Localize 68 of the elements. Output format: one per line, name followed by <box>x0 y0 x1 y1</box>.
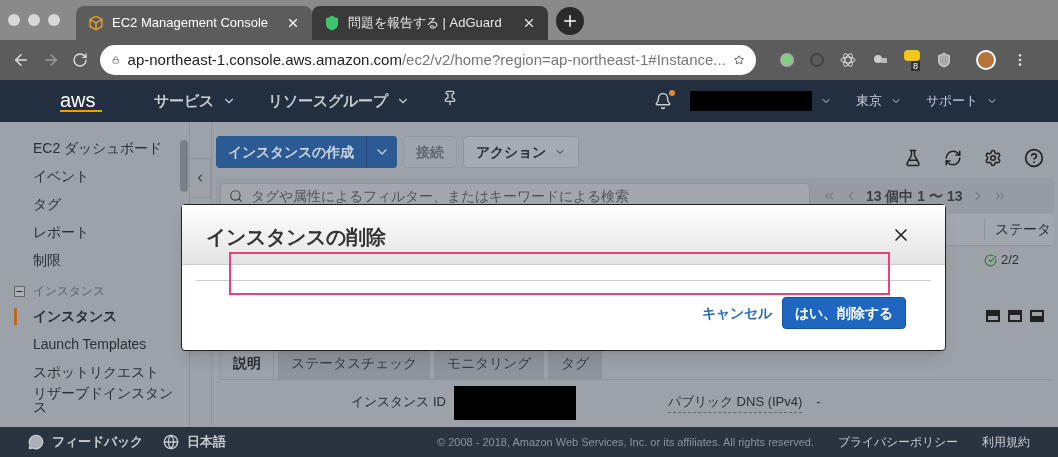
split-panel-icon[interactable] <box>1008 310 1022 322</box>
aws-logo[interactable]: aws <box>60 90 102 112</box>
plus-icon <box>561 12 579 30</box>
address-bar[interactable]: ap-northeast-1.console.aws.amazon.com/ec2/v2/home?region=ap-northeast-1#Instance... <box>100 45 756 75</box>
field-label: パブリック DNS (IPv4) <box>668 392 803 413</box>
browser-tab[interactable]: EC2 Management Console <box>76 6 312 40</box>
settings-icon[interactable] <box>984 149 1002 167</box>
column-header[interactable]: ステータ <box>984 219 1054 240</box>
nav-menu[interactable]: サービス <box>154 89 236 113</box>
confirm-delete-button[interactable]: はい、削除する <box>782 297 906 329</box>
sidebar-item[interactable]: スポットリクエスト <box>33 365 173 379</box>
privacy-link[interactable]: プライバシーポリシー <box>838 433 958 451</box>
refresh-icon[interactable] <box>944 149 962 167</box>
pin-icon[interactable] <box>442 89 458 106</box>
search-icon <box>229 189 243 203</box>
sidebar-item[interactable]: インスタンス <box>33 309 173 323</box>
language-link[interactable]: 日本語 <box>187 432 226 452</box>
nav-menu[interactable]: リソースグループ <box>268 89 410 113</box>
circle-extension-icon[interactable] <box>780 53 794 67</box>
shield-icon <box>324 15 340 31</box>
bottom-panel-icon[interactable] <box>986 310 1000 322</box>
sidebar-item[interactable]: Launch Templates <box>33 337 173 351</box>
field-label: インスタンス ID <box>350 393 446 411</box>
cube-icon <box>88 15 104 31</box>
collapse-icon[interactable] <box>14 285 25 297</box>
close-tab-icon[interactable] <box>286 16 300 30</box>
support-menu[interactable]: サポート <box>926 91 998 111</box>
copyright-text: © 2008 - 2018, Amazon Web Services, Inc. or its affiliates. All rights reserved. <box>437 434 814 450</box>
selection-marker <box>14 308 17 325</box>
flask-icon[interactable] <box>904 149 922 167</box>
sidebar-item[interactable]: 制限 <box>33 253 173 267</box>
pagination-text: 13 個中 1 〜 13 <box>866 186 963 206</box>
terms-link[interactable]: 利用規約 <box>982 433 1030 451</box>
sidebar-section-title: インスタンス <box>33 283 105 300</box>
sidebar-item[interactable]: レポート <box>33 225 173 239</box>
dialog-title: インスタンスの削除 <box>206 224 387 250</box>
scrollbar-thumb[interactable] <box>179 140 188 192</box>
close-tab-icon[interactable] <box>522 16 536 30</box>
back-icon[interactable] <box>12 51 30 69</box>
new-tab-button[interactable] <box>556 7 584 35</box>
tab-title: EC2 Management Console <box>112 14 270 33</box>
sidebar-item[interactable]: タグ <box>33 197 173 211</box>
field-value: - <box>816 393 821 411</box>
tab-title: 問題を報告する | AdGuard <box>348 14 503 33</box>
atom-icon[interactable] <box>840 52 856 68</box>
url-text: ap-northeast-1.console.aws.amazon.com/ec2/v2/home?region=ap-northeast-1#Instance... <box>127 49 726 70</box>
region-menu[interactable]: 東京 <box>856 91 902 111</box>
note-extension-icon[interactable] <box>904 49 920 61</box>
globe-icon <box>163 434 179 450</box>
top-panel-icon[interactable] <box>1030 310 1044 322</box>
shield-extension-icon[interactable] <box>936 52 952 68</box>
create-instance-button[interactable]: インスタンスの作成 <box>216 136 397 168</box>
sidebar-item[interactable]: リザーブドインスタンス <box>33 386 173 414</box>
actions-button[interactable]: アクション <box>463 136 579 168</box>
lock-icon <box>112 54 120 66</box>
table-cell-text: 2/2 <box>1001 251 1020 270</box>
sidebar-item[interactable]: EC2 ダッシュボード <box>33 141 173 155</box>
avatar[interactable] <box>976 50 996 70</box>
help-icon[interactable] <box>1024 148 1044 168</box>
reload-icon[interactable] <box>72 52 88 68</box>
cancel-link[interactable]: キャンセル <box>702 302 772 324</box>
bell-icon[interactable] <box>654 92 672 110</box>
speech-bubble-icon <box>28 434 44 450</box>
extension-badge: 8 <box>911 60 920 71</box>
feedback-link[interactable]: フィードバック <box>52 432 143 452</box>
browser-tab[interactable]: 問題を報告する | AdGuard <box>312 6 548 40</box>
sidebar-item[interactable]: イベント <box>33 169 173 183</box>
check-icon <box>984 253 997 267</box>
